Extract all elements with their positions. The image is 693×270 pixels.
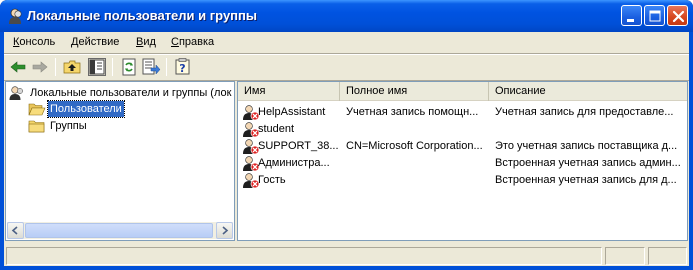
table-row[interactable]: Гость Встроенная учетная запись для д... xyxy=(238,172,687,189)
window-border-bottom xyxy=(0,266,693,270)
tree-item-groups-label: Группы xyxy=(50,120,87,132)
title-bar[interactable]: Локальные пользователи и группы xyxy=(0,0,693,32)
user-name: Администра... xyxy=(258,157,330,169)
tree-item-groups[interactable]: Группы xyxy=(28,118,208,134)
tree-horizontal-scrollbar[interactable] xyxy=(7,222,233,239)
details-list-pane[interactable]: Имя Полное имя Описание HelpAssistant Уч… xyxy=(237,81,688,241)
toolbar: ? xyxy=(4,54,689,80)
export-list-icon[interactable] xyxy=(141,57,161,77)
status-bar xyxy=(4,244,689,266)
status-panel-secondary xyxy=(605,247,645,265)
toolbar-separator xyxy=(166,58,167,76)
menu-view-label: ид xyxy=(143,36,156,48)
user-name: Гость xyxy=(258,174,286,186)
tree-root-item[interactable]: Локальные пользователи и группы (лок xyxy=(8,85,234,101)
user-name: student xyxy=(258,123,295,135)
menu-help-accel: С xyxy=(171,36,179,48)
user-name: SUPPORT_38... xyxy=(258,140,338,152)
scroll-thumb[interactable] xyxy=(25,223,213,238)
user-description: Учетная запись для предоставле... xyxy=(495,106,674,118)
menu-action-label: ействие xyxy=(78,36,120,48)
show-hide-tree-icon[interactable] xyxy=(87,57,107,77)
column-header-full-name[interactable]: Полное имя xyxy=(340,82,489,101)
menu-view[interactable]: Вид xyxy=(136,36,156,48)
toolbar-separator xyxy=(112,58,113,76)
user-name: HelpAssistant xyxy=(258,106,326,118)
forward-arrow-icon[interactable] xyxy=(30,57,50,77)
refresh-icon[interactable] xyxy=(119,57,139,77)
chevron-left-icon xyxy=(11,226,18,235)
toolbar-separator xyxy=(55,58,56,76)
maximize-button[interactable] xyxy=(644,5,665,26)
scroll-left-button[interactable] xyxy=(7,222,24,239)
window-border-right xyxy=(689,32,693,270)
user-description: Это учетная запись поставщика д... xyxy=(495,140,678,152)
help-icon[interactable]: ? xyxy=(173,57,193,77)
tree-item-users[interactable]: Пользователи xyxy=(28,100,208,118)
column-header-description[interactable]: Описание xyxy=(489,82,687,101)
window-title: Локальные пользователи и группы xyxy=(27,8,257,23)
table-row[interactable]: HelpAssistant Учетная запись помощн... У… xyxy=(238,104,687,121)
tree-root-label: Локальные пользователи и группы (лок xyxy=(30,87,232,99)
console-tree-pane[interactable]: Локальные пользователи и группы (лок Пол… xyxy=(5,81,235,241)
user-description: Встроенная учетная запись для д... xyxy=(495,174,677,186)
window-client-area: Консоль Действие Вид Справка ? Локальные… xyxy=(4,32,689,266)
back-arrow-icon[interactable] xyxy=(8,57,28,77)
menu-action[interactable]: Действие xyxy=(71,36,119,48)
open-folder-icon xyxy=(28,103,46,116)
users-groups-app-icon xyxy=(9,8,22,24)
minimize-icon xyxy=(627,19,634,22)
minimize-button[interactable] xyxy=(621,5,642,26)
up-folder-icon[interactable] xyxy=(62,57,82,77)
close-icon xyxy=(672,10,685,23)
table-row[interactable]: Администра... Встроенная учетная запись … xyxy=(238,155,687,172)
menu-console[interactable]: Консоль xyxy=(13,36,55,48)
maximize-icon xyxy=(649,10,661,22)
users-groups-icon xyxy=(9,86,23,100)
svg-text:?: ? xyxy=(179,62,185,75)
table-row[interactable]: SUPPORT_38... CN=Microsoft Corporation..… xyxy=(238,138,687,155)
scroll-right-button[interactable] xyxy=(216,222,233,239)
user-full-name: CN=Microsoft Corporation... xyxy=(346,140,483,152)
user-full-name: Учетная запись помощн... xyxy=(346,106,479,118)
folder-icon xyxy=(28,120,45,133)
status-panel-tertiary xyxy=(648,247,687,265)
mmc-window: Локальные пользователи и группы Консоль … xyxy=(0,0,693,270)
menu-help[interactable]: Справка xyxy=(171,36,214,48)
table-row[interactable]: student xyxy=(238,121,687,138)
column-header-name[interactable]: Имя xyxy=(238,82,340,101)
tree-item-users-label: Пользователи xyxy=(47,100,125,118)
user-description: Встроенная учетная запись админ... xyxy=(495,157,681,169)
list-header: Имя Полное имя Описание xyxy=(238,82,687,101)
status-panel-main xyxy=(6,247,602,265)
menu-console-label: онсоль xyxy=(19,36,56,48)
menu-bar: Консоль Действие Вид Справка xyxy=(4,32,689,53)
menu-help-label: правка xyxy=(178,36,215,48)
chevron-right-icon xyxy=(222,226,229,235)
close-button[interactable] xyxy=(667,5,688,26)
